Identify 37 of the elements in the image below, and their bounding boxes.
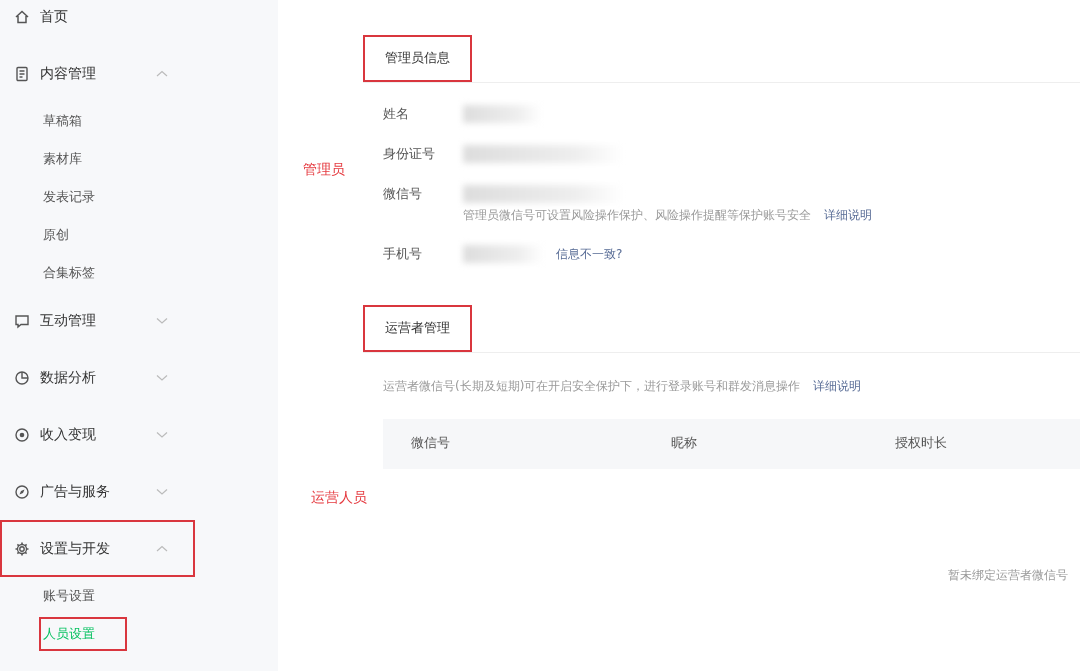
sidebar-item[interactable]: 互动管理 (0, 292, 195, 349)
sidebar-item[interactable]: 内容管理 (0, 45, 195, 102)
sidebar-item[interactable]: 收入变现 (0, 406, 195, 463)
chat-icon (14, 312, 30, 329)
target-icon (14, 426, 30, 443)
sidebar-subitem[interactable]: 原创 (43, 223, 69, 247)
description-text: 运营者微信号(长期及短期)可在开启安全保护下，进行登录账号和群发消息操作 (383, 377, 801, 395)
sidebar-item[interactable]: 广告与服务 (0, 463, 195, 520)
column-header: 微信号 (411, 434, 451, 453)
sidebar-item[interactable]: 首页 (0, 0, 195, 45)
sidebar-subitem[interactable]: 素材库 (43, 147, 82, 171)
empty-state-text: 暂未绑定运营者微信号 (948, 566, 1068, 584)
pie-chart-icon (14, 369, 30, 386)
sidebar-item[interactable]: 数据分析 (0, 349, 195, 406)
sidebar-subitem[interactable]: 合集标签 (43, 261, 95, 285)
sidebar-subitem[interactable]: 账号设置 (43, 584, 95, 608)
sidebar-item[interactable]: 设置与开发 (0, 520, 195, 577)
field-label: 微信号 (383, 184, 423, 203)
hint-text: 管理员微信号可设置风险操作保护、风险操作提醒等保护账号安全 (463, 207, 811, 224)
field-label: 手机号 (383, 244, 423, 263)
annotation-label: 运营人员 (311, 488, 367, 505)
document-icon (14, 65, 30, 82)
home-icon (14, 8, 30, 25)
compass-icon (14, 483, 30, 500)
details-link[interactable]: 详细说明 (824, 206, 872, 224)
inconsistent-info-link[interactable]: 信息不一致? (556, 244, 623, 263)
sidebar-subitem[interactable]: 草稿箱 (43, 109, 82, 133)
field-label: 姓名 (383, 104, 410, 123)
column-header: 授权时长 (895, 434, 948, 453)
field-label: 身份证号 (383, 144, 436, 163)
settings-icon (14, 540, 30, 557)
sidebar-subitem[interactable]: 发表记录 (43, 185, 95, 209)
column-header: 昵称 (671, 434, 698, 453)
section-title: 管理员信息 (363, 35, 472, 82)
details-link[interactable]: 详细说明 (813, 376, 862, 395)
annotation-label: 管理员 (303, 161, 345, 178)
section-title: 运营者管理 (363, 304, 472, 352)
